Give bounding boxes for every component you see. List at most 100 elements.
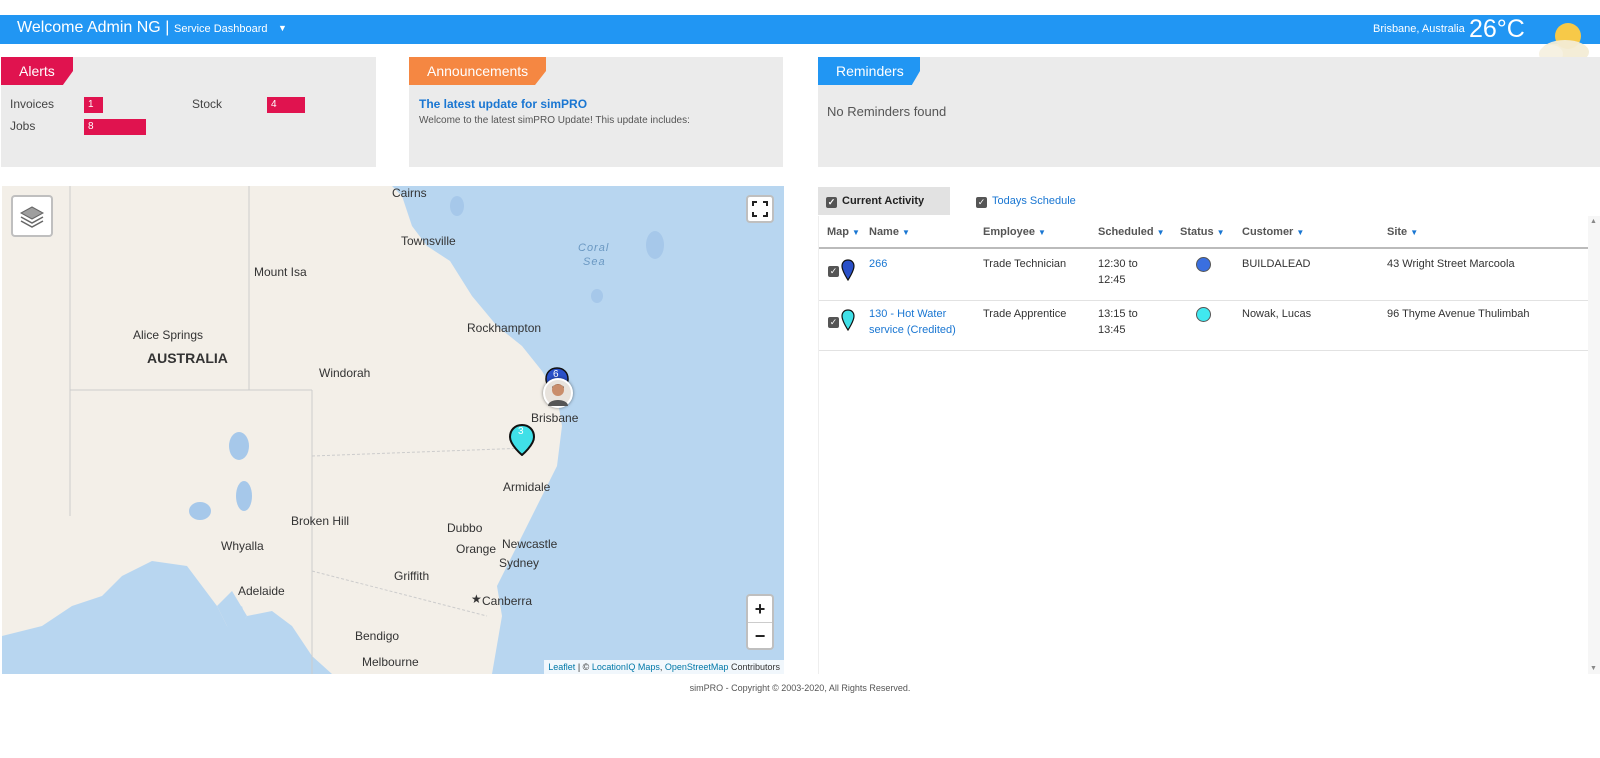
- sort-arrow-icon: ▼: [1156, 228, 1165, 237]
- employee-avatar[interactable]: [543, 378, 573, 408]
- chevron-down-icon[interactable]: ▼: [278, 23, 287, 33]
- map-label-australia: AUSTRALIA: [147, 350, 228, 366]
- attribution-contributors: Contributors: [730, 662, 780, 672]
- tab-label: Todays Schedule: [992, 195, 1076, 207]
- column-header-label: Employee: [983, 226, 1035, 238]
- openstreetmap-link[interactable]: OpenStreetMap: [665, 662, 729, 672]
- capital-star-icon: ★: [471, 592, 482, 606]
- weather-temperature: 26°C: [1469, 15, 1525, 43]
- column-header-employee[interactable]: Employee ▼: [983, 226, 1046, 238]
- map-pin-icon: [841, 259, 855, 281]
- tab-label: Current Activity: [842, 195, 925, 207]
- scroll-down-icon[interactable]: ▼: [1590, 665, 1597, 672]
- tab-current-activity[interactable]: ✓ Current Activity: [818, 187, 950, 215]
- map-label-orange: Orange: [456, 542, 497, 556]
- scheduled-cell-line1: 13:15 to: [1098, 308, 1138, 320]
- job-name-link[interactable]: 266: [869, 256, 887, 272]
- reminders-panel: Reminders No Reminders found: [818, 57, 1600, 167]
- customer-cell: Nowak, Lucas: [1242, 308, 1312, 320]
- table-row[interactable]: ✓ 266 Trade Technician 12:30 to 12:45 BU…: [819, 251, 1589, 301]
- activity-scrollbar[interactable]: ▲ ▼: [1588, 216, 1600, 674]
- map-label-dubbo: Dubbo: [447, 521, 483, 535]
- layers-button[interactable]: [11, 195, 53, 237]
- person-icon: [548, 384, 568, 406]
- dashboard-select[interactable]: Service Dashboard: [174, 23, 268, 35]
- map-label-sydney: Sydney: [499, 556, 540, 570]
- checkbox-checked-icon[interactable]: ✓: [828, 266, 839, 277]
- sort-arrow-icon: ▼: [1410, 228, 1419, 237]
- site-cell: 43 Wright Street Marcoola: [1387, 258, 1515, 270]
- table-header: Map ▼ Name ▼ Employee ▼ Scheduled ▼ Status ▼ …: [819, 216, 1589, 249]
- column-header-scheduled[interactable]: Scheduled ▼: [1098, 226, 1165, 238]
- table-row[interactable]: ✓ 130 - Hot Water service (Credited) Tra…: [819, 301, 1589, 351]
- reminders-empty-text: No Reminders found: [827, 104, 947, 119]
- announcement-headline[interactable]: The latest update for simPRO: [419, 97, 587, 111]
- employee-cell: Trade Technician: [983, 258, 1067, 270]
- sort-arrow-icon: ▼: [1216, 228, 1225, 237]
- map-label-cairns: Cairns: [392, 186, 427, 200]
- sort-arrow-icon: ▼: [1296, 228, 1305, 237]
- scroll-up-icon[interactable]: ▲: [1590, 218, 1597, 225]
- column-header-label: Status: [1180, 226, 1214, 238]
- status-dot: [1196, 307, 1211, 322]
- column-header-customer[interactable]: Customer ▼: [1242, 226, 1304, 238]
- job-name-link[interactable]: 130 - Hot Water: [869, 306, 946, 322]
- column-header-label: Scheduled: [1098, 226, 1154, 238]
- checkbox-checked-icon[interactable]: ✓: [976, 197, 987, 208]
- column-header-map[interactable]: Map ▼: [827, 226, 860, 238]
- map-label-windorah: Windorah: [319, 366, 371, 380]
- alert-label-invoices: Invoices: [10, 97, 55, 111]
- checkbox-checked-icon[interactable]: ✓: [828, 317, 839, 328]
- alert-badge-stock[interactable]: 4: [267, 97, 305, 113]
- map-label-coral: Coral: [578, 242, 610, 254]
- zoom-control: + −: [746, 594, 774, 650]
- site-cell: 96 Thyme Avenue Thulimbah: [1387, 308, 1530, 320]
- map-label-adelaide: Adelaide: [238, 584, 285, 598]
- welcome-text: Welcome Admin NG |: [17, 19, 170, 36]
- sort-arrow-icon: ▼: [852, 228, 860, 237]
- map-label-newcastle: Newcastle: [502, 537, 558, 551]
- map-attribution: Leaflet | © LocationIQ Maps, OpenStreetM…: [544, 660, 784, 674]
- map-label-whyalla: Whyalla: [221, 539, 264, 553]
- column-header-label: Map: [827, 226, 849, 238]
- map-label-townsville: Townsville: [401, 234, 456, 248]
- alert-label-jobs: Jobs: [10, 119, 36, 133]
- top-bar: Welcome Admin NG | Service Dashboard ▼ B…: [0, 15, 1600, 64]
- map-label-canberra: Canberra: [482, 594, 533, 608]
- locationiq-link[interactable]: LocationIQ Maps: [592, 662, 660, 672]
- alert-badge-invoices[interactable]: 1: [84, 97, 103, 113]
- tab-todays-schedule[interactable]: ✓ Todays Schedule: [968, 187, 1108, 215]
- map-label-sea: Sea: [583, 256, 606, 268]
- zoom-out-button[interactable]: −: [748, 622, 772, 648]
- column-header-status[interactable]: Status ▼: [1180, 226, 1225, 238]
- column-header-site[interactable]: Site ▼: [1387, 226, 1418, 238]
- alerts-title: Alerts: [1, 57, 73, 85]
- map-label-brisbane: Brisbane: [531, 411, 579, 425]
- map-pin-icon: [841, 309, 855, 331]
- attribution-comma: ,: [659, 662, 663, 672]
- leaflet-link[interactable]: Leaflet: [548, 662, 575, 672]
- map-label-broken-hill: Broken Hill: [291, 514, 350, 528]
- checkbox-checked-icon[interactable]: ✓: [826, 197, 837, 208]
- fullscreen-button[interactable]: [746, 195, 774, 223]
- scheduled-cell-line2: 12:45: [1098, 274, 1126, 286]
- alert-badge-jobs[interactable]: 8: [84, 119, 146, 135]
- announcements-panel: Announcements The latest update for simP…: [409, 57, 783, 167]
- sort-arrow-icon: ▼: [1037, 228, 1046, 237]
- layers-icon: [19, 206, 45, 228]
- footer-copyright: simPRO - Copyright © 2003-2020, All Righ…: [689, 683, 911, 693]
- activity-table: Map ▼ Name ▼ Employee ▼ Scheduled ▼ Status ▼ …: [818, 216, 1589, 674]
- announcements-title: Announcements: [409, 57, 546, 85]
- status-dot: [1196, 257, 1211, 272]
- zoom-in-button[interactable]: +: [748, 596, 772, 622]
- map-label-rockhampton: Rockhampton: [467, 321, 542, 335]
- scheduled-cell-line1: 12:30 to: [1098, 258, 1138, 270]
- map[interactable]: Cairns Townsville Coral Sea Mount Isa Al…: [2, 186, 784, 674]
- reminders-title: Reminders: [818, 57, 920, 85]
- column-header-name[interactable]: Name ▼: [869, 226, 910, 238]
- alert-label-stock: Stock: [192, 97, 223, 111]
- map-label-bendigo: Bendigo: [355, 629, 400, 643]
- map-label-griffith: Griffith: [394, 569, 430, 583]
- map-label-mount-isa: Mount Isa: [254, 265, 307, 279]
- job-name-link-line2[interactable]: service (Credited): [869, 322, 956, 338]
